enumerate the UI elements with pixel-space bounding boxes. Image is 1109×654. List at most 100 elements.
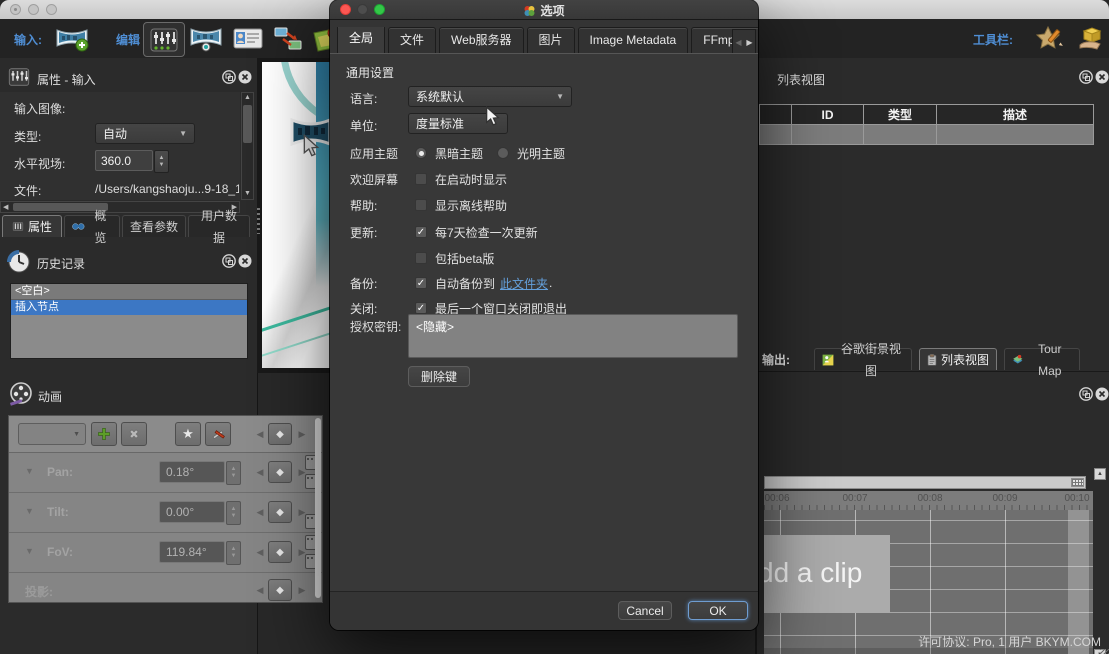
fov-value-input[interactable]: 119.84° <box>159 541 225 563</box>
type-select[interactable]: 自动▼ <box>95 123 195 144</box>
prev-keyframe-icon[interactable]: ◀ <box>255 585 265 596</box>
properties-tool-button[interactable] <box>143 22 185 57</box>
tab-google-streetview[interactable]: 谷歌街景视图 <box>814 348 912 370</box>
scroll-up-icon[interactable]: ▲ <box>242 93 253 103</box>
cancel-button[interactable]: Cancel <box>618 601 672 620</box>
window-zoom-button[interactable] <box>46 4 57 15</box>
delete-key-button[interactable]: 删除键 <box>408 366 470 387</box>
keyframe-toggle-button[interactable]: ◆ <box>268 501 292 523</box>
prev-keyframe-icon[interactable]: ◀ <box>255 467 265 478</box>
tab-scroll-left-icon[interactable]: ◀ <box>735 38 741 47</box>
tab-global[interactable]: 全局 <box>337 27 385 54</box>
expand-icon[interactable]: ▼ <box>25 466 34 476</box>
table-row[interactable] <box>760 125 1093 144</box>
add-keyframe-button[interactable] <box>91 422 117 446</box>
timeline-zoombar[interactable] <box>764 476 1086 489</box>
history-item[interactable]: <空白> <box>11 284 247 300</box>
tab-properties[interactable]: 属性 <box>2 215 62 237</box>
scroll-up-icon[interactable]: ▲ <box>1094 468 1106 480</box>
column-header-blank[interactable] <box>760 105 792 124</box>
tab-images[interactable]: 图片 <box>527 27 575 54</box>
tab-scroll-right-icon[interactable]: ▶ <box>746 38 752 47</box>
welcome-checkbox[interactable] <box>415 173 427 185</box>
dark-theme-radio[interactable] <box>415 147 427 159</box>
add-input-button[interactable] <box>52 22 92 55</box>
column-header-type[interactable]: 类型 <box>864 105 937 124</box>
fov-stepper[interactable]: ▲▼ <box>154 150 169 173</box>
close-panel-icon[interactable] <box>238 254 252 268</box>
float-panel-icon[interactable] <box>222 70 236 84</box>
skin-editor-button[interactable] <box>1030 22 1070 55</box>
scroll-thumb[interactable] <box>243 105 252 143</box>
keyframe-toggle-button[interactable]: ◆ <box>268 423 292 445</box>
prev-keyframe-icon[interactable]: ◀ <box>255 507 265 518</box>
tab-user-data[interactable]: 用户数据 <box>188 215 250 237</box>
next-keyframe-icon[interactable]: ▶ <box>297 429 307 440</box>
output-publish-button[interactable] <box>1070 22 1109 55</box>
user-data-tool-button[interactable] <box>228 22 268 55</box>
scroll-down-icon[interactable]: ▼ <box>242 189 253 199</box>
next-keyframe-icon[interactable]: ▶ <box>297 585 307 596</box>
expand-icon[interactable]: ▼ <box>25 546 34 556</box>
animation-preset-select[interactable]: ▼ <box>18 423 86 445</box>
tilt-stepper[interactable]: ▲▼ <box>226 501 241 525</box>
animation-vscrollbar[interactable] <box>315 418 321 598</box>
tab-overview[interactable]: 概览 <box>64 215 120 237</box>
delete-keyframe-button[interactable] <box>121 422 147 446</box>
history-item-selected[interactable]: 插入节点 <box>11 300 247 315</box>
fov-input[interactable]: 360.0 <box>95 150 153 171</box>
backup-folder-link[interactable]: 此文件夹 <box>500 275 548 292</box>
language-select[interactable]: 系统默认▼ <box>408 86 572 107</box>
keyframe-toggle-button[interactable]: ◆ <box>268 541 292 563</box>
include-beta-checkbox[interactable] <box>415 252 427 264</box>
tilt-value-input[interactable]: 0.00° <box>159 501 225 523</box>
resize-grip[interactable] <box>1100 649 1109 654</box>
timeline-clip[interactable]: dd a clip <box>764 535 890 613</box>
pan-stepper[interactable]: ▲▼ <box>226 461 241 485</box>
viewer-tool-button[interactable] <box>186 22 226 55</box>
close-panel-icon[interactable] <box>1095 70 1109 84</box>
close-panel-icon[interactable] <box>1095 387 1109 401</box>
check-updates-checkbox[interactable]: ✓ <box>415 226 427 238</box>
prev-keyframe-icon[interactable]: ◀ <box>255 429 265 440</box>
expand-icon[interactable]: ▼ <box>25 506 34 516</box>
prev-keyframe-icon[interactable]: ◀ <box>255 547 265 558</box>
viewport[interactable] <box>257 58 331 373</box>
tab-files[interactable]: 文件 <box>388 27 436 54</box>
keyframe-toggle-button[interactable]: ◆ <box>268 461 292 483</box>
light-theme-radio[interactable] <box>497 147 509 159</box>
tour-tool-button[interactable] <box>268 22 308 55</box>
float-panel-icon[interactable] <box>1079 70 1093 84</box>
hand-box-icon <box>1074 25 1106 53</box>
properties-vscrollbar[interactable]: ▲ ▼ <box>241 92 254 200</box>
dialog-close-button[interactable] <box>340 4 351 15</box>
timeline-grid-button[interactable] <box>1071 478 1084 487</box>
dialog-zoom-button[interactable] <box>374 4 385 15</box>
license-key-textarea[interactable]: <隐藏> <box>408 314 738 358</box>
quit-on-close-checkbox[interactable]: ✓ <box>415 302 427 314</box>
dialog-minimize-button[interactable] <box>357 4 368 15</box>
float-panel-icon[interactable] <box>1079 387 1093 401</box>
offline-help-checkbox[interactable] <box>415 199 427 211</box>
tab-webserver[interactable]: Web服务器 <box>439 27 523 54</box>
star-keyframe-button[interactable]: ★ <box>175 422 201 446</box>
fov-stepper[interactable]: ▲▼ <box>226 541 241 565</box>
window-close-button[interactable] <box>10 4 21 15</box>
tab-list-view[interactable]: 列表视图 <box>919 348 997 370</box>
ok-button[interactable]: OK <box>688 601 748 620</box>
tools-button[interactable] <box>205 422 231 446</box>
pan-value-input[interactable]: 0.18° <box>159 461 225 483</box>
column-header-desc[interactable]: 描述 <box>937 105 1093 124</box>
tab-image-metadata[interactable]: Image Metadata <box>578 27 689 54</box>
tab-tour-map[interactable]: Tour Map <box>1004 348 1080 370</box>
window-minimize-button[interactable] <box>28 4 39 15</box>
splitter-handle[interactable] <box>257 208 260 234</box>
auto-backup-checkbox[interactable]: ✓ <box>415 277 427 289</box>
keyframe-toggle-button[interactable]: ◆ <box>268 579 292 601</box>
timeline-ruler[interactable]: 00:06 00:07 00:08 00:09 00:10 <box>764 491 1093 510</box>
close-panel-icon[interactable] <box>238 70 252 84</box>
column-header-id[interactable]: ID <box>792 105 864 124</box>
float-panel-icon[interactable] <box>222 254 236 268</box>
tab-view-params[interactable]: 查看参数 <box>122 215 186 237</box>
scroll-left-icon[interactable]: ◀ <box>3 203 8 211</box>
